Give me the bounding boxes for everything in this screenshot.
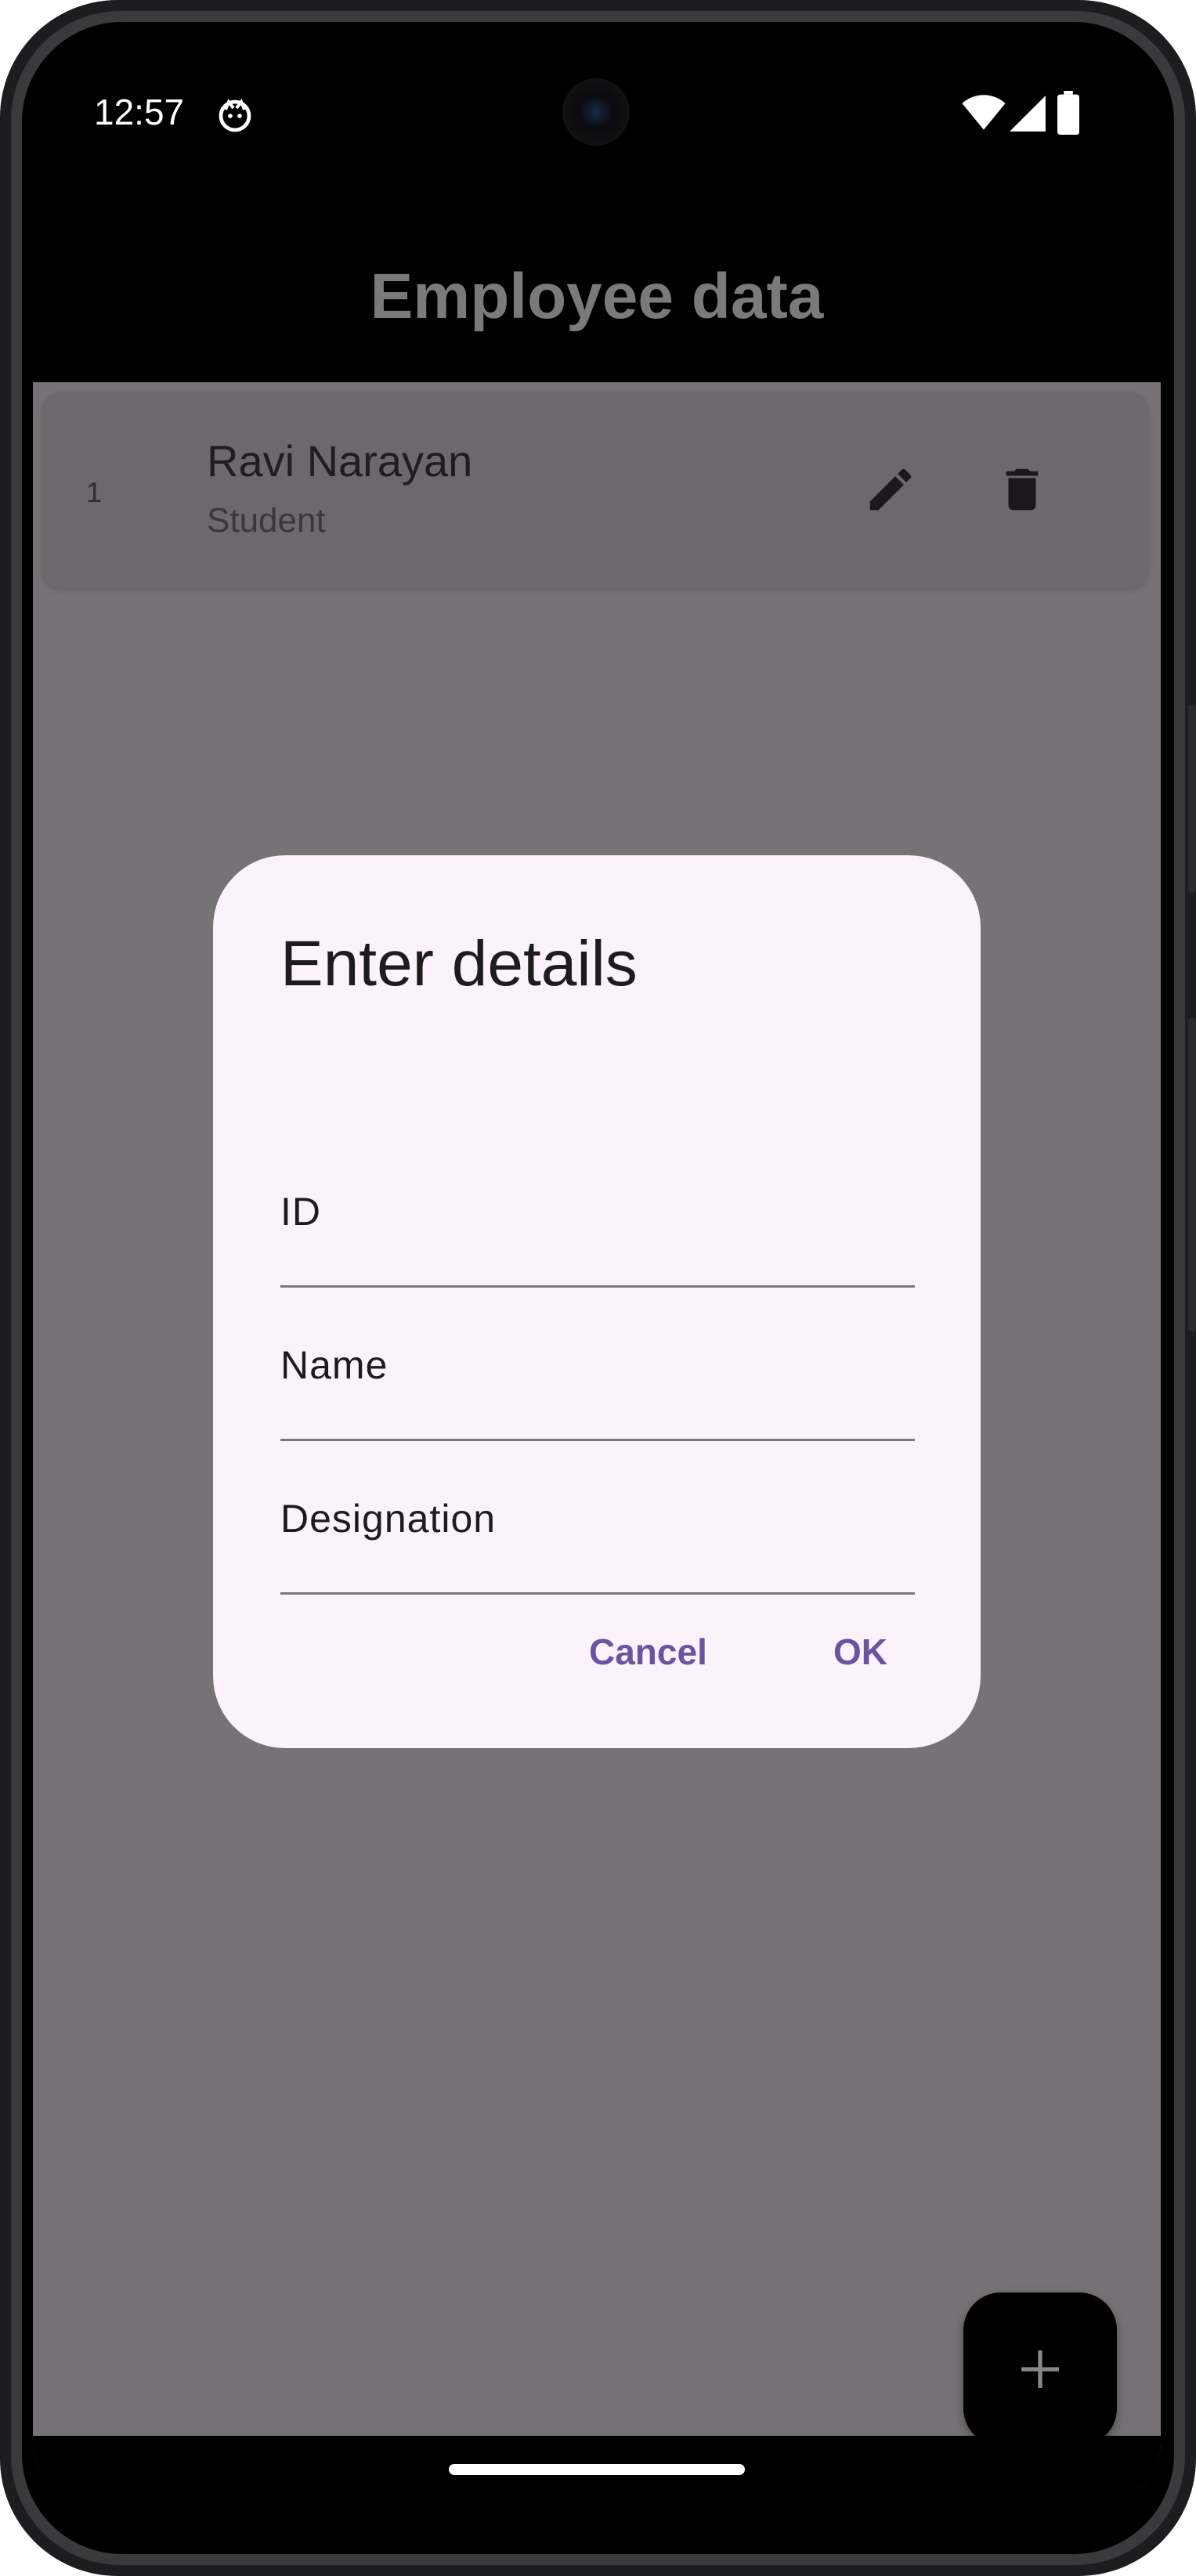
home-indicator[interactable]: [449, 2464, 745, 2475]
status-time: 12:57: [94, 92, 185, 132]
id-field[interactable]: ID: [280, 1134, 915, 1288]
edit-button[interactable]: [857, 456, 924, 523]
power-button: [1188, 705, 1196, 893]
add-icon: [1021, 2350, 1059, 2388]
navigation-bar: [33, 2436, 1161, 2500]
app-bar: Employee data: [33, 174, 1161, 382]
employee-name: Ravi Narayan: [207, 436, 473, 486]
signal-icon: [1010, 96, 1046, 132]
edit-icon: [869, 468, 912, 511]
name-field[interactable]: Name: [280, 1288, 915, 1441]
wifi-icon: [962, 95, 1006, 130]
designation-field-underline: [280, 1592, 915, 1595]
screen: 12:57 Employee data 1 Ravi Narayan Stude…: [33, 56, 1161, 2500]
id-field-label: ID: [280, 1190, 321, 1234]
ok-button[interactable]: OK: [833, 1631, 887, 1673]
enter-details-dialog: Enter details ID Name Designation Cancel…: [213, 855, 981, 1748]
delete-button[interactable]: [988, 456, 1056, 523]
designation-field[interactable]: Designation: [280, 1441, 915, 1595]
employee-id: 1: [86, 476, 103, 508]
volume-button: [1188, 1018, 1196, 1331]
dialog-actions: Cancel OK: [213, 1631, 981, 1693]
front-camera: [562, 78, 630, 146]
status-bar: 12:57: [33, 56, 1161, 174]
notification-app-icon: [219, 98, 251, 132]
designation-field-label: Designation: [280, 1497, 497, 1541]
list-item[interactable]: 1 Ravi Narayan Student: [42, 392, 1148, 587]
delete-icon: [1006, 468, 1039, 511]
name-field-label: Name: [280, 1343, 388, 1387]
page-title: Employee data: [370, 261, 824, 332]
battery-icon: [1057, 91, 1079, 135]
employee-designation: Student: [207, 501, 326, 540]
cancel-button[interactable]: Cancel: [589, 1631, 707, 1673]
dialog-title: Enter details: [280, 928, 638, 999]
phone-frame: 12:57 Employee data 1 Ravi Narayan Stude…: [0, 0, 1196, 2576]
add-button[interactable]: [963, 2292, 1117, 2446]
